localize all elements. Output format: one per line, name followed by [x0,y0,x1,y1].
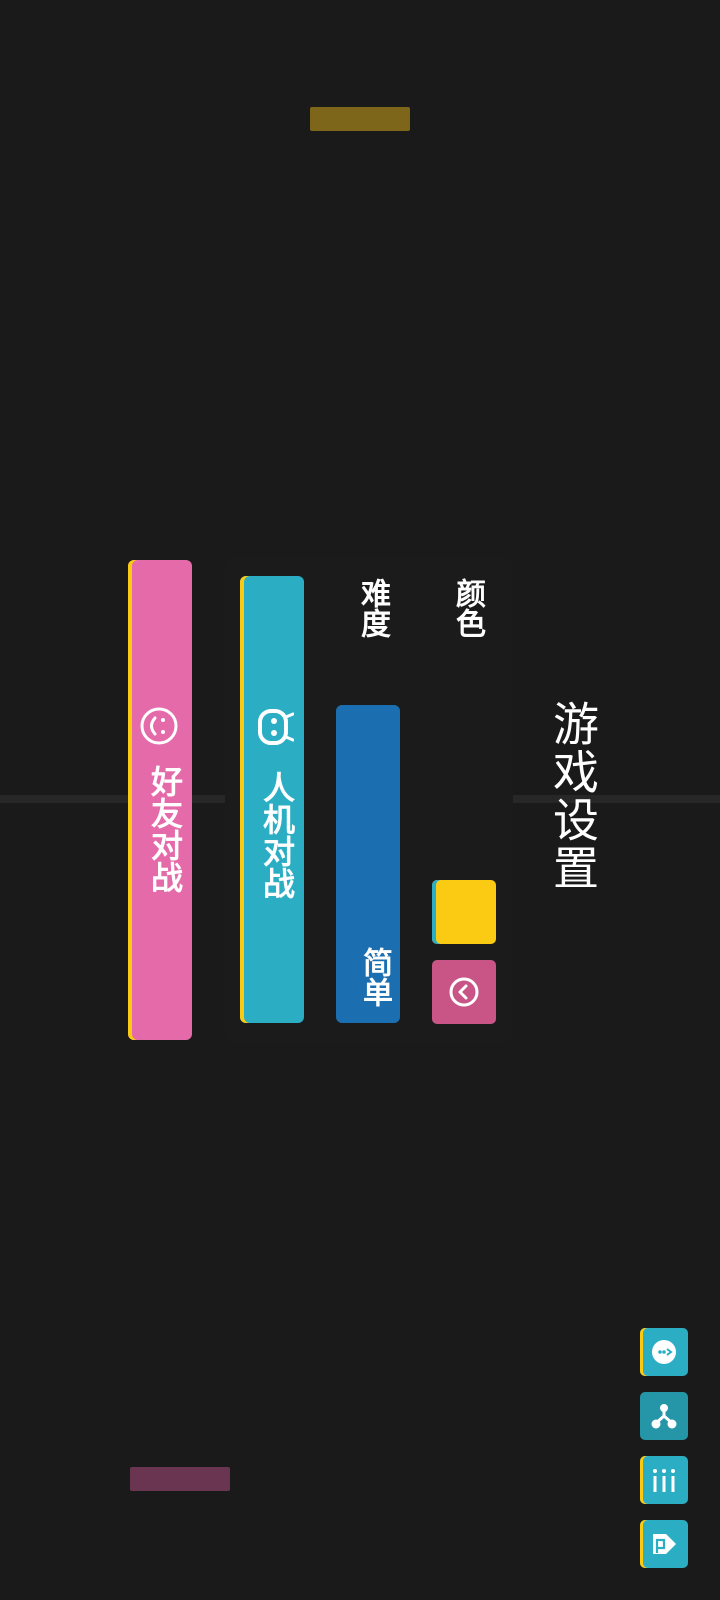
settings-title: 游戏设置 [546,700,600,892]
friend-battle-label: 好友对战 [146,765,184,893]
ai-battle-label: 人机对战 [258,771,296,899]
difficulty-button[interactable]: 简单 [336,705,400,1023]
share-icon [651,1404,677,1429]
friend-battle-button[interactable]: 好友对战 [128,560,192,1040]
bottom-paddle [130,1467,230,1491]
color-label: 颜色 [450,578,485,638]
bar-menu-icon [653,1469,675,1492]
chat-button[interactable] [640,1328,688,1376]
color-swatch[interactable] [432,880,496,944]
color-picker-button[interactable] [432,960,496,1024]
ai-battle-button[interactable]: 人机对战 [240,576,304,1023]
chat-bubble-icon [652,1340,676,1364]
game-screen: 游戏设置 颜色 难度 简单 人机对战 好友对战 [0,0,720,1600]
share-button[interactable] [640,1392,688,1440]
exit-door-icon [653,1534,676,1554]
top-paddle [310,107,410,131]
smiley-icon [140,707,178,745]
difficulty-label: 难度 [355,578,390,638]
difficulty-value: 简单 [357,947,392,1007]
menu-button[interactable] [640,1456,688,1504]
robot-icon [258,709,295,745]
exit-button[interactable] [640,1520,688,1568]
chevron-left-circle-icon [449,977,479,1007]
